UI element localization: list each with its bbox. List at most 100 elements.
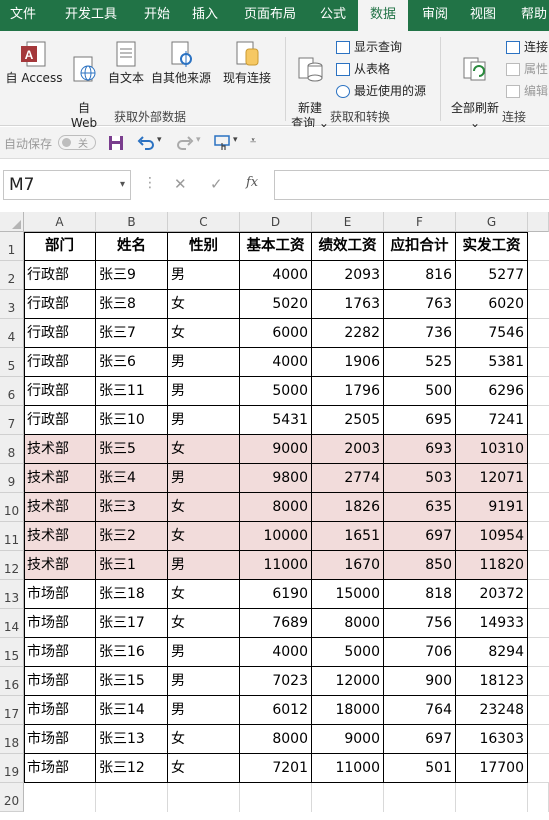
table-cell[interactable]: 行政部 [24, 319, 96, 348]
save-icon[interactable] [108, 135, 124, 151]
table-cell[interactable]: 9800 [240, 464, 312, 493]
table-cell[interactable]: 男 [168, 696, 240, 725]
empty-cell[interactable] [384, 783, 456, 812]
row-header-17[interactable]: 17 [0, 696, 24, 725]
redo-icon[interactable] [176, 135, 194, 151]
table-cell[interactable]: 张三6 [96, 348, 168, 377]
table-cell[interactable]: 男 [168, 348, 240, 377]
table-cell[interactable]: 697 [384, 725, 456, 754]
empty-cell[interactable] [528, 232, 549, 261]
table-cell[interactable]: 23248 [456, 696, 528, 725]
header-cell[interactable]: 基本工资 [240, 232, 312, 261]
empty-cell[interactable] [528, 638, 549, 667]
table-cell[interactable]: 8000 [312, 609, 384, 638]
table-cell[interactable]: 张三11 [96, 377, 168, 406]
column-header-E[interactable]: E [312, 212, 384, 232]
table-cell[interactable]: 6190 [240, 580, 312, 609]
table-cell[interactable]: 12000 [312, 667, 384, 696]
table-cell[interactable]: 11000 [240, 551, 312, 580]
refresh-all-button[interactable]: 全部刷新 ⌄ [446, 37, 504, 130]
table-cell[interactable]: 15000 [312, 580, 384, 609]
table-cell[interactable]: 女 [168, 290, 240, 319]
empty-cell[interactable] [528, 696, 549, 725]
empty-cell[interactable] [528, 493, 549, 522]
table-cell[interactable]: 技术部 [24, 435, 96, 464]
tab-5[interactable]: 公式 [310, 0, 356, 31]
row-header-3[interactable]: 3 [0, 290, 24, 319]
table-cell[interactable]: 7241 [456, 406, 528, 435]
tab-3[interactable]: 插入 [182, 0, 228, 31]
table-cell[interactable]: 17700 [456, 754, 528, 783]
table-cell[interactable]: 503 [384, 464, 456, 493]
table-cell[interactable]: 5431 [240, 406, 312, 435]
table-cell[interactable]: 693 [384, 435, 456, 464]
column-header-C[interactable]: C [168, 212, 240, 232]
table-cell[interactable]: 张三14 [96, 696, 168, 725]
table-cell[interactable]: 张三17 [96, 609, 168, 638]
row-header-10[interactable]: 10 [0, 493, 24, 522]
table-cell[interactable]: 张三3 [96, 493, 168, 522]
table-cell[interactable]: 7546 [456, 319, 528, 348]
table-cell[interactable]: 5381 [456, 348, 528, 377]
table-cell[interactable]: 8000 [240, 493, 312, 522]
show-queries-button[interactable]: 显示查询 [336, 37, 402, 57]
table-cell[interactable]: 行政部 [24, 290, 96, 319]
touch-dropdown-icon[interactable]: ▾ [233, 135, 238, 145]
row-header-15[interactable]: 15 [0, 638, 24, 667]
table-cell[interactable]: 男 [168, 667, 240, 696]
table-cell[interactable]: 706 [384, 638, 456, 667]
table-cell[interactable]: 张三5 [96, 435, 168, 464]
row-header-9[interactable]: 9 [0, 464, 24, 493]
table-cell[interactable]: 男 [168, 377, 240, 406]
table-cell[interactable]: 张三18 [96, 580, 168, 609]
table-cell[interactable]: 男 [168, 464, 240, 493]
table-cell[interactable]: 女 [168, 319, 240, 348]
empty-cell[interactable] [528, 406, 549, 435]
tab-9[interactable]: 帮助 [514, 0, 549, 31]
empty-cell[interactable] [96, 783, 168, 812]
table-cell[interactable]: 女 [168, 609, 240, 638]
table-cell[interactable]: 736 [384, 319, 456, 348]
empty-cell[interactable] [528, 783, 549, 812]
column-header-F[interactable]: F [384, 212, 456, 232]
table-cell[interactable]: 2774 [312, 464, 384, 493]
header-cell[interactable]: 绩效工资 [312, 232, 384, 261]
row-header-7[interactable]: 7 [0, 406, 24, 435]
existing-connections-button[interactable]: 现有连接 [218, 37, 276, 93]
table-cell[interactable]: 1651 [312, 522, 384, 551]
table-cell[interactable]: 男 [168, 638, 240, 667]
new-query-button[interactable]: 新建 查询 ⌄ [288, 37, 332, 130]
tab-6[interactable]: 数据 [358, 0, 408, 31]
column-header-D[interactable]: D [240, 212, 312, 232]
empty-cell[interactable] [528, 667, 549, 696]
table-cell[interactable]: 张三10 [96, 406, 168, 435]
table-cell[interactable]: 市场部 [24, 754, 96, 783]
table-cell[interactable]: 女 [168, 435, 240, 464]
table-cell[interactable]: 女 [168, 522, 240, 551]
table-cell[interactable]: 行政部 [24, 348, 96, 377]
formula-bar-splitter[interactable]: ⋮ [143, 175, 157, 191]
table-cell[interactable]: 张三9 [96, 261, 168, 290]
from-table-button[interactable]: 从表格 [336, 59, 390, 79]
table-cell[interactable]: 5000 [312, 638, 384, 667]
from-web-button[interactable]: 自 Web [66, 37, 102, 130]
table-cell[interactable]: 7023 [240, 667, 312, 696]
table-cell[interactable]: 10000 [240, 522, 312, 551]
chevron-down-icon[interactable]: ▾ [120, 171, 125, 199]
table-cell[interactable]: 10310 [456, 435, 528, 464]
column-header-A[interactable]: A [24, 212, 96, 232]
header-cell[interactable]: 姓名 [96, 232, 168, 261]
header-cell[interactable]: 实发工资 [456, 232, 528, 261]
table-cell[interactable]: 女 [168, 725, 240, 754]
empty-cell[interactable] [528, 522, 549, 551]
table-cell[interactable]: 18000 [312, 696, 384, 725]
table-cell[interactable]: 7689 [240, 609, 312, 638]
header-cell[interactable]: 性别 [168, 232, 240, 261]
table-cell[interactable]: 市场部 [24, 580, 96, 609]
empty-cell[interactable] [528, 551, 549, 580]
autosave-toggle[interactable]: 关 [58, 135, 96, 150]
empty-cell[interactable] [456, 783, 528, 812]
table-cell[interactable]: 5277 [456, 261, 528, 290]
row-header-4[interactable]: 4 [0, 319, 24, 348]
row-header-20[interactable]: 20 [0, 783, 24, 812]
